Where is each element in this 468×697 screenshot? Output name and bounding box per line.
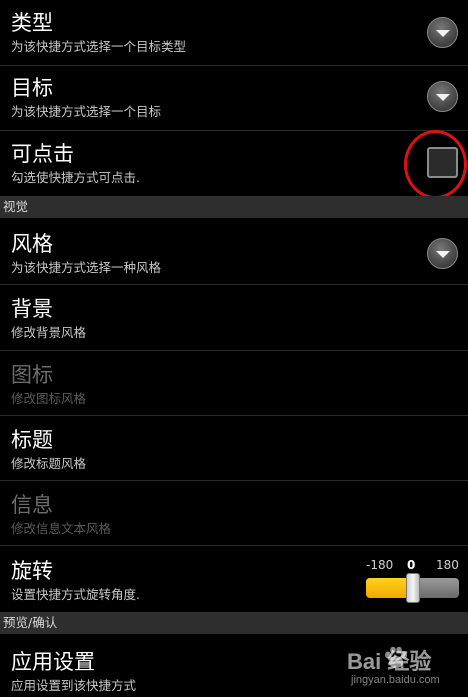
dropdown-arrow-icon[interactable] [427,17,458,48]
pref-style[interactable]: 风格 为该快捷方式选择一种风格 [0,218,468,285]
pref-summary: 为该快捷方式选择一个目标类型 [11,39,187,54]
pref-summary: 勾选使快捷方式可点击. [11,170,140,185]
pref-type[interactable]: 类型 为该快捷方式选择一个目标类型 [0,0,468,66]
pref-summary: 为该快捷方式选择一个目标 [11,104,162,119]
watermark-url: jingyan.baidu.com [351,674,440,686]
dropdown-arrow-icon[interactable] [427,81,458,112]
rotation-slider-thumb[interactable] [405,573,420,603]
pref-summary: 为该快捷方式选择一种风格 [11,260,162,275]
dropdown-arrow-icon[interactable] [427,238,458,269]
pref-summary: 设置快捷方式旋转角度. [11,587,140,602]
pref-icon: 图标 修改图标风格 [0,351,468,416]
pref-target[interactable]: 目标 为该快捷方式选择一个目标 [0,66,468,131]
slider-min-label: -180 [366,558,394,572]
pref-title: 标题 [11,428,53,452]
pref-title: 信息 [11,493,53,517]
pref-info: 信息 修改信息文本风格 [0,481,468,546]
pref-title: 应用设置 [11,650,95,674]
slider-value-label: 0 [407,558,416,572]
pref-title: 可点击 [11,142,74,166]
pref-summary: 修改图标风格 [11,391,87,406]
pref-summary: 修改标题风格 [11,456,87,471]
pref-title: 旋转 [11,559,53,583]
pref-title: 类型 [11,11,53,35]
watermark-logo-text: Bai 经验 [347,649,432,674]
pref-title-style[interactable]: 标题 修改标题风格 [0,416,468,481]
section-header-preview: 预览/确认 [0,612,468,634]
slider-max-label: 180 [436,558,459,572]
section-header-visual: 视觉 [0,196,468,218]
pref-title: 风格 [11,232,53,256]
pref-title: 背景 [11,297,53,321]
highlight-ring-annotation [404,130,467,199]
baidu-jingyan-watermark: Bai 经验 jingyan.baidu.com [347,640,465,696]
pref-summary: 应用设置到该快捷方式 [11,678,137,693]
pref-summary: 修改背景风格 [11,325,87,340]
pref-clickable[interactable]: 可点击 勾选使快捷方式可点击. [0,131,468,196]
pref-summary: 修改信息文本风格 [11,521,112,536]
rotation-slider-labels: -180 0 180 [360,558,464,574]
pref-background[interactable]: 背景 修改背景风格 [0,285,468,351]
pref-title: 图标 [11,363,53,387]
pref-title: 目标 [11,76,53,100]
